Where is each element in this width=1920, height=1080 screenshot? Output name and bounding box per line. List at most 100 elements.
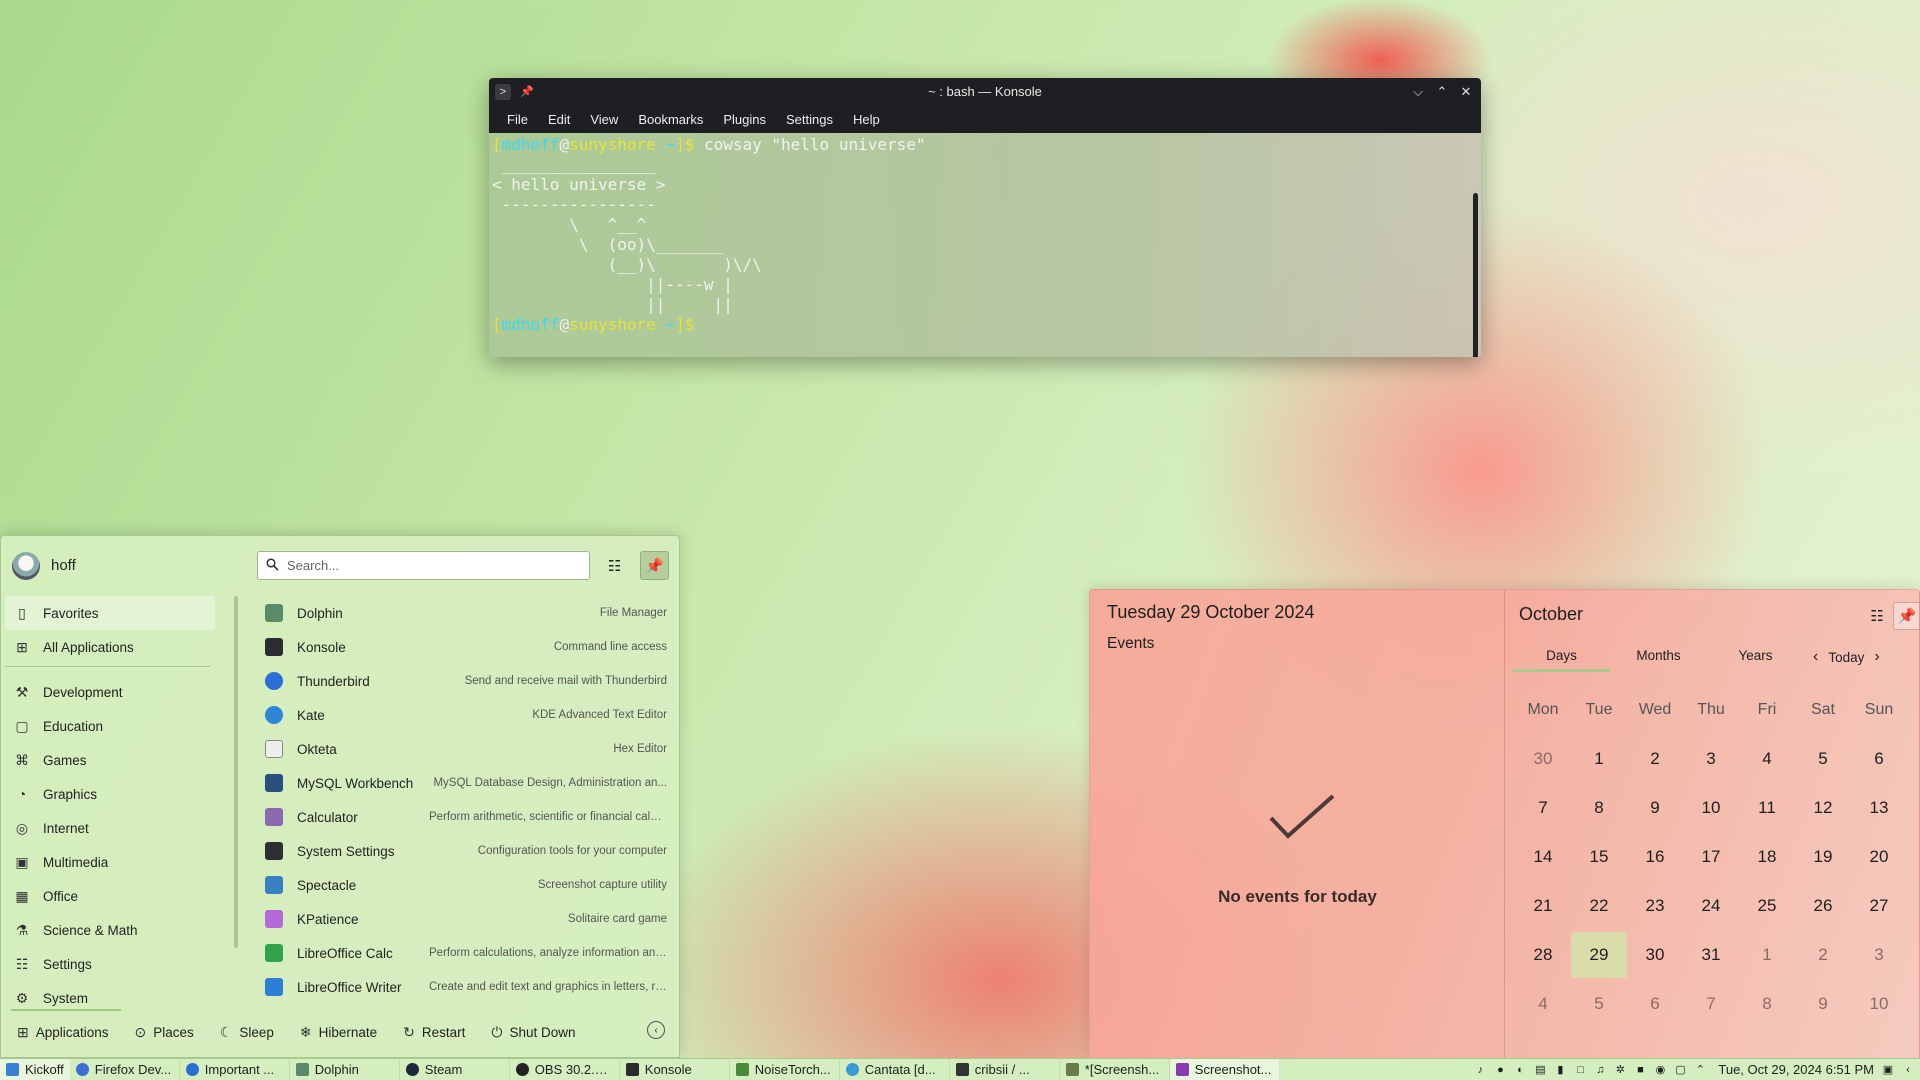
category-office[interactable]: ▦ Office bbox=[5, 879, 215, 913]
app-kpatience[interactable]: KPatience Solitaire card game bbox=[257, 902, 667, 936]
clipboard-icon[interactable]: ▤ bbox=[1534, 1063, 1546, 1076]
category-scrollbar[interactable] bbox=[234, 596, 238, 948]
task-screenshot[interactable]: Screenshot... bbox=[1169, 1058, 1280, 1080]
notification-bell-icon[interactable]: ♪ bbox=[1474, 1064, 1486, 1076]
day-cell[interactable]: 15 bbox=[1571, 834, 1627, 880]
day-cell[interactable]: 7 bbox=[1515, 785, 1571, 831]
day-cell[interactable]: 19 bbox=[1795, 834, 1851, 880]
calendar-pin-button[interactable]: 📌 bbox=[1893, 602, 1919, 630]
today-button[interactable]: Today bbox=[1828, 650, 1864, 665]
tab-years[interactable]: Years bbox=[1707, 642, 1804, 672]
task-cribsii[interactable]: cribsii / ... bbox=[950, 1058, 1060, 1080]
hibernate-button[interactable]: ❄ Hibernate bbox=[300, 1024, 377, 1041]
category-settings[interactable]: ☷ Settings bbox=[5, 947, 215, 981]
day-cell[interactable]: 21 bbox=[1515, 883, 1571, 929]
day-cell[interactable]: 11 bbox=[1739, 785, 1795, 831]
day-cell[interactable]: 3 bbox=[1683, 736, 1739, 782]
task-noisetorch[interactable]: NoiseTorch... bbox=[730, 1058, 840, 1080]
day-cell[interactable]: 3 bbox=[1851, 932, 1907, 978]
battery-icon[interactable]: ▮ bbox=[1554, 1063, 1566, 1076]
menu-view[interactable]: View bbox=[580, 112, 628, 127]
tab-applications[interactable]: ⊞ Applications bbox=[17, 1024, 109, 1041]
app-libreoffice-calc[interactable]: LibreOffice Calc Perform calculations, an… bbox=[257, 936, 667, 970]
app-calculator[interactable]: Calculator Perform arithmetic, scientific… bbox=[257, 800, 667, 834]
day-cell[interactable]: 5 bbox=[1571, 981, 1627, 1027]
day-cell[interactable]: 26 bbox=[1795, 883, 1851, 929]
menu-edit[interactable]: Edit bbox=[538, 112, 580, 127]
category-education[interactable]: ▢ Education bbox=[5, 709, 215, 743]
tab-places[interactable]: ⊙ Places bbox=[135, 1024, 194, 1041]
chevron-left-icon[interactable]: ‹ bbox=[1813, 648, 1818, 666]
task-thunderbird[interactable]: Important ... bbox=[180, 1058, 290, 1080]
category-all-applications[interactable]: ⊞ All Applications bbox=[5, 630, 215, 664]
pin-button[interactable]: 📌 bbox=[640, 551, 669, 580]
task-cantata[interactable]: Cantata [d... bbox=[840, 1058, 950, 1080]
app-konsole[interactable]: Konsole Command line access bbox=[257, 630, 667, 664]
day-cell[interactable]: 24 bbox=[1683, 883, 1739, 929]
app-kate[interactable]: Kate KDE Advanced Text Editor bbox=[257, 698, 667, 732]
display-icon[interactable]: □ bbox=[1574, 1064, 1586, 1076]
sleep-button[interactable]: ☾ Sleep bbox=[220, 1024, 274, 1041]
microphone-icon[interactable]: ◉ bbox=[1654, 1063, 1666, 1076]
maximize-button[interactable]: ⌃ bbox=[1433, 83, 1451, 101]
app-dolphin[interactable]: Dolphin File Manager bbox=[257, 596, 667, 630]
day-cell[interactable]: 10 bbox=[1683, 785, 1739, 831]
chevron-left-icon[interactable]: ‹ bbox=[1902, 1064, 1914, 1076]
monitor-icon[interactable]: ▢ bbox=[1674, 1063, 1686, 1076]
day-cell[interactable]: 16 bbox=[1627, 834, 1683, 880]
day-cell[interactable]: 10 bbox=[1851, 981, 1907, 1027]
pin-icon[interactable]: 📌 bbox=[519, 84, 535, 100]
day-cell[interactable]: 27 bbox=[1851, 883, 1907, 929]
app-libreoffice-writer[interactable]: LibreOffice Writer Create and edit text a… bbox=[257, 970, 667, 1004]
terminal-scrollbar[interactable] bbox=[1473, 193, 1478, 357]
app-spectacle[interactable]: Spectacle Screenshot capture utility bbox=[257, 868, 667, 902]
app-thunderbird[interactable]: Thunderbird Send and receive mail with Th… bbox=[257, 664, 667, 698]
lock-icon[interactable]: ▣ bbox=[1882, 1063, 1894, 1076]
app-mysql-workbench[interactable]: MySQL Workbench MySQL Database Design, Ad… bbox=[257, 766, 667, 800]
day-cell[interactable]: 12 bbox=[1795, 785, 1851, 831]
day-cell[interactable]: 4 bbox=[1739, 736, 1795, 782]
task-screenshot-editor[interactable]: *[Screensh... bbox=[1060, 1058, 1170, 1080]
day-cell[interactable]: 6 bbox=[1627, 981, 1683, 1027]
shutdown-button[interactable]: ⏻ Shut Down bbox=[491, 1024, 575, 1041]
bluetooth-icon[interactable]: ✲ bbox=[1614, 1063, 1626, 1076]
minimize-button[interactable]: ⌵ bbox=[1409, 83, 1427, 101]
category-favorites[interactable]: ▯ Favorites bbox=[5, 596, 215, 630]
day-cell[interactable]: 1 bbox=[1571, 736, 1627, 782]
day-cell[interactable]: 30 bbox=[1515, 736, 1571, 782]
category-multimedia[interactable]: ▣ Multimedia bbox=[5, 845, 215, 879]
category-development[interactable]: ⚒ Development bbox=[5, 675, 215, 709]
calendar-settings-button[interactable]: ☷ bbox=[1863, 602, 1891, 630]
day-cell[interactable]: 6 bbox=[1851, 736, 1907, 782]
chevron-right-icon[interactable]: › bbox=[1874, 648, 1879, 666]
search-box[interactable] bbox=[257, 551, 590, 580]
day-cell[interactable]: 17 bbox=[1683, 834, 1739, 880]
kickoff-launcher[interactable]: Kickoff bbox=[0, 1058, 70, 1080]
terminal-area[interactable]: [mdhoff@sunyshore ~]$ cowsay "hello univ… bbox=[489, 133, 1481, 357]
task-konsole[interactable]: Konsole bbox=[620, 1058, 730, 1080]
konsole-titlebar[interactable]: > 📌 ~ : bash — Konsole ⌵ ⌃ ✕ bbox=[489, 78, 1481, 105]
menu-settings[interactable]: Settings bbox=[776, 112, 843, 127]
app-okteta[interactable]: Okteta Hex Editor bbox=[257, 732, 667, 766]
day-cell[interactable]: 8 bbox=[1571, 785, 1627, 831]
task-obs[interactable]: OBS 30.2.1... bbox=[510, 1058, 620, 1080]
category-science-math[interactable]: ⚗ Science & Math bbox=[5, 913, 215, 947]
category-games[interactable]: ⌘ Games bbox=[5, 743, 215, 777]
menu-file[interactable]: File bbox=[497, 112, 538, 127]
day-cell[interactable]: 30 bbox=[1627, 932, 1683, 978]
network-icon[interactable]: ■ bbox=[1634, 1064, 1646, 1076]
day-cell[interactable]: 14 bbox=[1515, 834, 1571, 880]
avatar[interactable] bbox=[12, 552, 40, 580]
day-cell[interactable]: 22 bbox=[1571, 883, 1627, 929]
filter-button[interactable]: ☷ bbox=[600, 551, 629, 580]
day-cell[interactable]: 28 bbox=[1515, 932, 1571, 978]
day-cell[interactable]: 4 bbox=[1515, 981, 1571, 1027]
category-internet[interactable]: ◎ Internet bbox=[5, 811, 215, 845]
tab-months[interactable]: Months bbox=[1610, 642, 1707, 672]
category-graphics[interactable]: ◔ Graphics bbox=[5, 777, 215, 811]
day-cell[interactable]: 9 bbox=[1627, 785, 1683, 831]
search-input[interactable] bbox=[287, 558, 567, 573]
konsole-window[interactable]: > 📌 ~ : bash — Konsole ⌵ ⌃ ✕ File Edit V… bbox=[489, 78, 1481, 357]
day-cell[interactable]: 20 bbox=[1851, 834, 1907, 880]
day-cell[interactable]: 13 bbox=[1851, 785, 1907, 831]
